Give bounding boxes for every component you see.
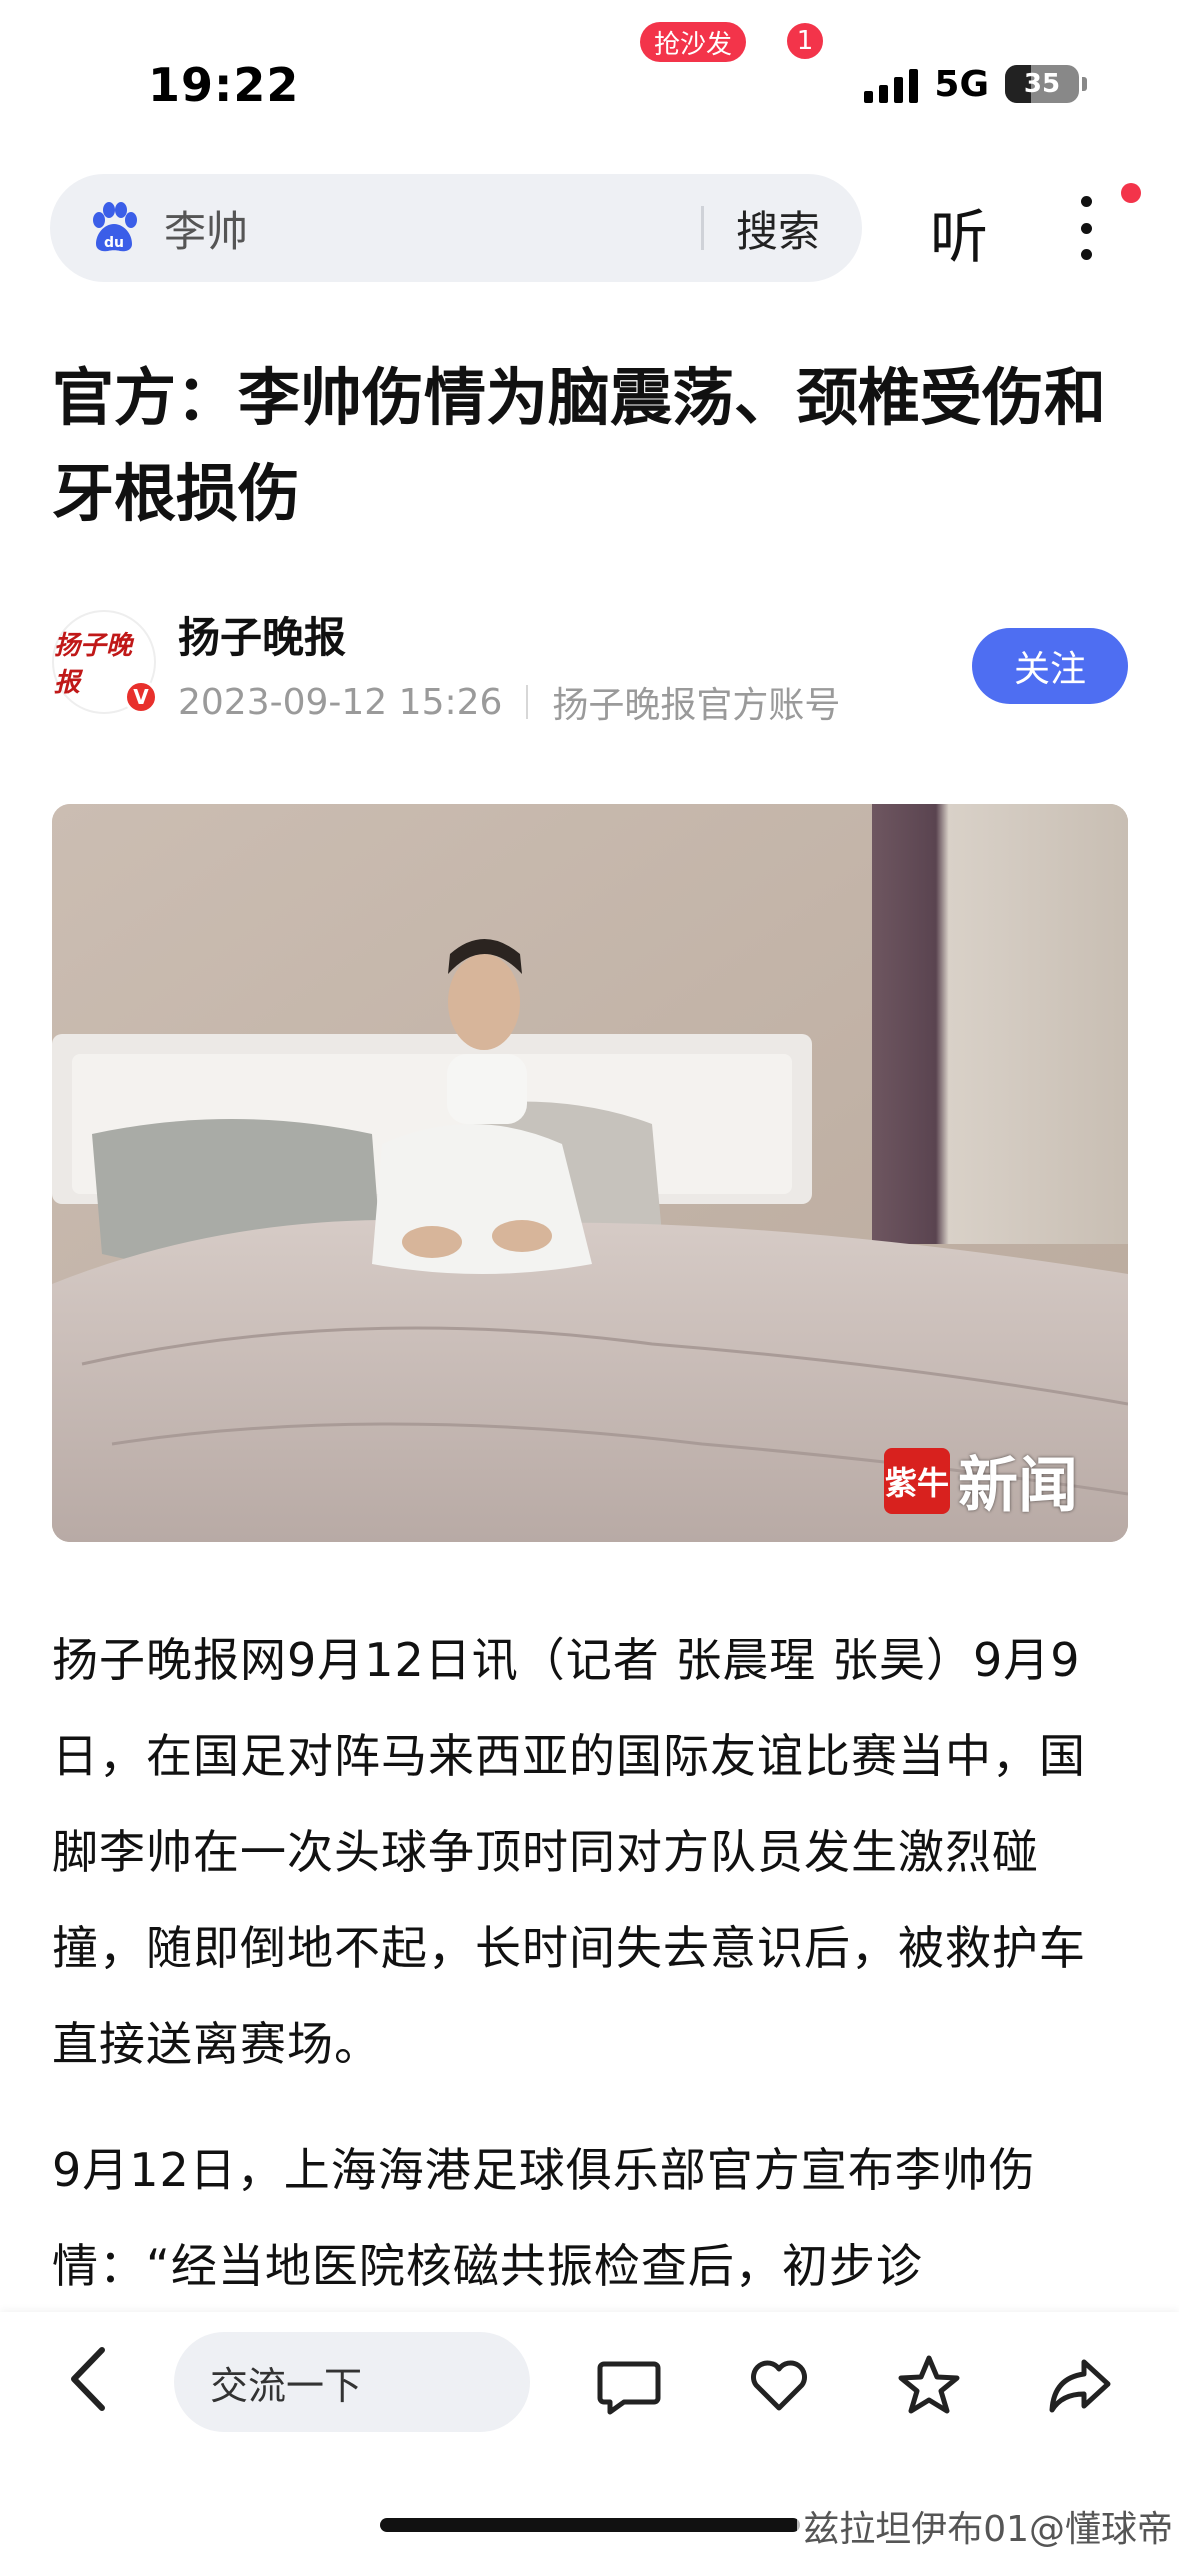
battery-icon: 35 xyxy=(1005,65,1087,103)
follow-button[interactable]: 关注 xyxy=(972,628,1128,704)
author-name[interactable]: 扬子晚报 xyxy=(178,604,346,665)
article-title: 官方：李帅伤情为脑震荡、颈椎受伤和牙根损伤 xyxy=(52,361,1107,530)
search-divider xyxy=(700,206,704,250)
meta-divider xyxy=(526,685,529,719)
network-type: 5G xyxy=(934,63,989,105)
svg-text:du: du xyxy=(104,235,124,251)
signal-icon xyxy=(864,65,919,103)
watermark-logo: 紫牛 xyxy=(884,1447,950,1514)
article-paragraph: 扬子晚报网9月12日讯（记者 张晨瑆 张昊）9月9日，在国足对阵马来西亚的国际友… xyxy=(52,1633,1086,2071)
notification-dot xyxy=(1121,183,1141,203)
search-button[interactable]: 搜索 xyxy=(736,198,820,259)
like-count-badge: 1 xyxy=(784,20,826,62)
verified-badge: V xyxy=(124,680,158,714)
photo-watermark: 紫牛 新闻 xyxy=(884,1437,1078,1524)
comment-input[interactable]: 交流一下 xyxy=(174,2332,530,2432)
author-meta: 2023-09-12 15:26 扬子晚报官方账号 xyxy=(178,676,840,728)
search-bar[interactable]: du 李帅 搜索 xyxy=(50,174,862,282)
listen-button[interactable]: 听 xyxy=(930,190,988,274)
battery-percent: 35 xyxy=(1023,69,1061,99)
baidu-paw-icon: du xyxy=(93,202,137,252)
article-photo[interactable]: 紫牛 新闻 xyxy=(52,804,1128,1542)
status-indicators: 5G 35 xyxy=(864,62,1087,106)
search-input[interactable]: 李帅 xyxy=(164,198,701,259)
account-type: 扬子晚报官方账号 xyxy=(552,685,841,726)
home-indicator xyxy=(380,2518,800,2532)
like-icon[interactable] xyxy=(746,2352,812,2418)
sofa-badge: 抢沙发 xyxy=(640,22,747,62)
image-credit: 兹拉坦伊布01@懂球帝 xyxy=(797,2500,1179,2552)
star-icon[interactable] xyxy=(896,2352,962,2418)
more-icon[interactable] xyxy=(1068,196,1104,260)
watermark-text: 新闻 xyxy=(958,1451,1078,1521)
back-icon[interactable] xyxy=(64,2344,114,2414)
comment-icon[interactable] xyxy=(596,2352,662,2418)
share-icon[interactable] xyxy=(1046,2352,1112,2418)
publish-date: 2023-09-12 15:26 xyxy=(178,681,503,723)
article-paragraph: 9月12日，上海海港足球俱乐部官方宣布李帅伤情：“经当地医院核磁共振检查后，初步… xyxy=(52,2143,1036,2293)
status-time: 19:22 xyxy=(148,58,300,112)
photo-illustration xyxy=(52,804,1128,1542)
author-avatar[interactable]: 扬子晚报 V xyxy=(52,610,158,714)
